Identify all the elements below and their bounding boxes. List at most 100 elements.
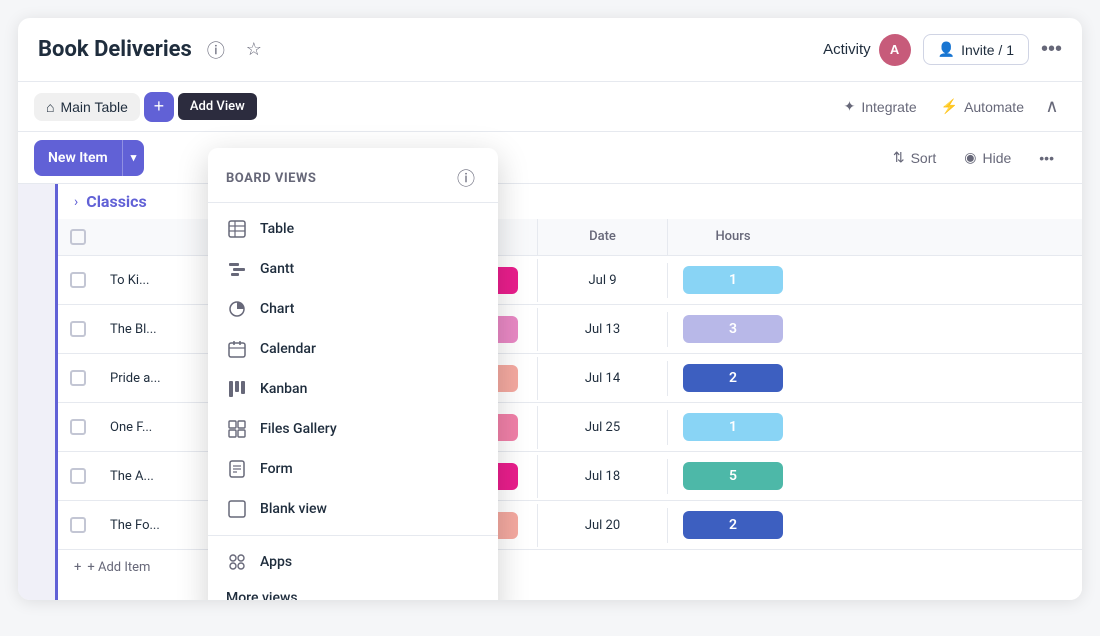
new-item-arrow[interactable]: ▾ xyxy=(123,140,145,176)
add-view-button[interactable]: + xyxy=(144,92,174,122)
cell-date-6: Jul 20 xyxy=(538,508,668,543)
hours-badge-3: 2 xyxy=(683,364,783,392)
add-item-label: + Add Item xyxy=(87,560,150,575)
hours-badge-2: 3 xyxy=(683,315,783,343)
dropdown-item-table-label: Table xyxy=(260,221,294,237)
tabs-right: ✦ Integrate ⚡ Automate ∧ xyxy=(834,92,1066,121)
toolbar-right: ⇅ Sort ◉ Hide ••• xyxy=(881,143,1066,172)
hide-label: Hide xyxy=(982,150,1011,166)
header: Book Deliveries ⓘ ☆ Activity A 👤 Invite … xyxy=(18,18,1082,82)
sort-button[interactable]: ⇅ Sort xyxy=(881,143,948,172)
new-item-label: New Item xyxy=(34,140,123,176)
files-gallery-icon xyxy=(226,418,248,440)
more-options-button[interactable]: ••• xyxy=(1041,38,1062,61)
toolbar: New Item ▾ ⇅ Sort ◉ Hide ••• xyxy=(18,132,1082,184)
date-column-header[interactable]: Date xyxy=(538,219,668,255)
apps-icon xyxy=(226,551,248,573)
page-title: Book Deliveries xyxy=(38,37,192,62)
tab-main-table-label: Main Table xyxy=(60,99,127,115)
row-checkbox-3 xyxy=(58,370,98,386)
ellipsis-icon: ••• xyxy=(1041,38,1062,60)
dropdown-item-calendar[interactable]: Calendar xyxy=(208,329,498,369)
cell-date-4: Jul 25 xyxy=(538,410,668,445)
chart-icon xyxy=(226,298,248,320)
dropdown-info-icon: ⓘ xyxy=(457,165,475,191)
select-all-checkbox[interactable] xyxy=(70,229,86,245)
hours-badge-5: 5 xyxy=(683,462,783,490)
dropdown-info-button[interactable]: ⓘ xyxy=(452,164,480,192)
dropdown-item-apps[interactable]: Apps xyxy=(208,542,498,582)
dots-icon: ••• xyxy=(1039,150,1054,166)
invite-label: Invite / 1 xyxy=(961,42,1014,58)
integrate-icon: ✦ xyxy=(844,98,856,115)
sort-icon: ⇅ xyxy=(893,149,905,166)
cell-date-2: Jul 13 xyxy=(538,312,668,347)
calendar-icon xyxy=(226,338,248,360)
dropdown-item-apps-label: Apps xyxy=(260,554,292,570)
star-icon: ☆ xyxy=(246,39,262,60)
row-checkbox-6 xyxy=(58,517,98,533)
dropdown-item-blank-view-label: Blank view xyxy=(260,501,327,517)
cell-hours-1: 1 xyxy=(668,258,798,302)
dropdown-item-files-gallery[interactable]: Files Gallery xyxy=(208,409,498,449)
dropdown-item-files-gallery-label: Files Gallery xyxy=(260,421,337,437)
tabs-row: ⌂ Main Table + Add View ✦ Integrate ⚡ Au… xyxy=(18,82,1082,132)
avatar: A xyxy=(879,34,911,66)
cell-hours-3: 2 xyxy=(668,356,798,400)
tab-main-table[interactable]: ⌂ Main Table xyxy=(34,93,140,121)
hours-badge-1: 1 xyxy=(683,266,783,294)
integrate-button[interactable]: ✦ Integrate xyxy=(834,92,927,121)
more-views-item[interactable]: More views xyxy=(208,582,498,600)
user-plus-icon: 👤 xyxy=(938,41,955,58)
hide-icon: ◉ xyxy=(964,149,976,166)
row-checkbox-5 xyxy=(58,468,98,484)
dropdown-divider xyxy=(208,535,498,536)
chevron-up-icon: ∧ xyxy=(1045,96,1058,117)
dropdown-item-table[interactable]: Table xyxy=(208,209,498,249)
dropdown-item-calendar-label: Calendar xyxy=(260,341,316,357)
group-label[interactable]: Classics xyxy=(86,192,147,211)
hours-column-header[interactable]: Hours xyxy=(668,219,798,255)
dropdown-item-form-label: Form xyxy=(260,461,293,477)
automate-icon: ⚡ xyxy=(941,98,958,115)
new-item-button[interactable]: New Item ▾ xyxy=(34,140,144,176)
sort-label: Sort xyxy=(911,150,937,166)
dropdown-item-form[interactable]: Form xyxy=(208,449,498,489)
dropdown-header: Board Views ⓘ xyxy=(208,160,498,203)
dropdown-item-blank-view[interactable]: Blank view xyxy=(208,489,498,529)
kanban-icon xyxy=(226,378,248,400)
gantt-icon xyxy=(226,258,248,280)
info-icon: ⓘ xyxy=(207,37,225,63)
dropdown-item-chart[interactable]: Chart xyxy=(208,289,498,329)
dropdown-item-gantt[interactable]: Gantt xyxy=(208,249,498,289)
dropdown-title: Board Views xyxy=(226,171,316,186)
dropdown-item-kanban-label: Kanban xyxy=(260,381,307,397)
cell-hours-5: 5 xyxy=(668,454,798,498)
home-icon: ⌂ xyxy=(46,99,54,115)
invite-button[interactable]: 👤 Invite / 1 xyxy=(923,34,1029,65)
add-item-plus-icon: + xyxy=(74,560,81,575)
collapse-button[interactable]: ∧ xyxy=(1038,93,1066,121)
activity-button[interactable]: Activity A xyxy=(823,34,911,66)
group-chevron[interactable]: › xyxy=(74,194,78,210)
cell-date-3: Jul 14 xyxy=(538,361,668,396)
automate-button[interactable]: ⚡ Automate xyxy=(931,92,1034,121)
hours-badge-4: 1 xyxy=(683,413,783,441)
content-area: › Classics Driver Vehicle Date Hours To … xyxy=(18,184,1082,600)
cell-hours-6: 2 xyxy=(668,503,798,547)
cell-date-5: Jul 18 xyxy=(538,459,668,494)
automate-label: Automate xyxy=(964,99,1024,115)
header-left: Book Deliveries ⓘ ☆ xyxy=(38,36,268,64)
hours-badge-6: 2 xyxy=(683,511,783,539)
dropdown-item-kanban[interactable]: Kanban xyxy=(208,369,498,409)
cell-hours-4: 1 xyxy=(668,405,798,449)
hide-button[interactable]: ◉ Hide xyxy=(952,143,1023,172)
plus-icon: + xyxy=(154,96,165,117)
integrate-label: Integrate xyxy=(861,99,916,115)
cell-date-1: Jul 9 xyxy=(538,263,668,298)
info-button[interactable]: ⓘ xyxy=(202,36,230,64)
more-toolbar-button[interactable]: ••• xyxy=(1027,144,1066,172)
star-button[interactable]: ☆ xyxy=(240,36,268,64)
table-icon xyxy=(226,218,248,240)
add-view-tooltip: Add View xyxy=(178,93,257,120)
